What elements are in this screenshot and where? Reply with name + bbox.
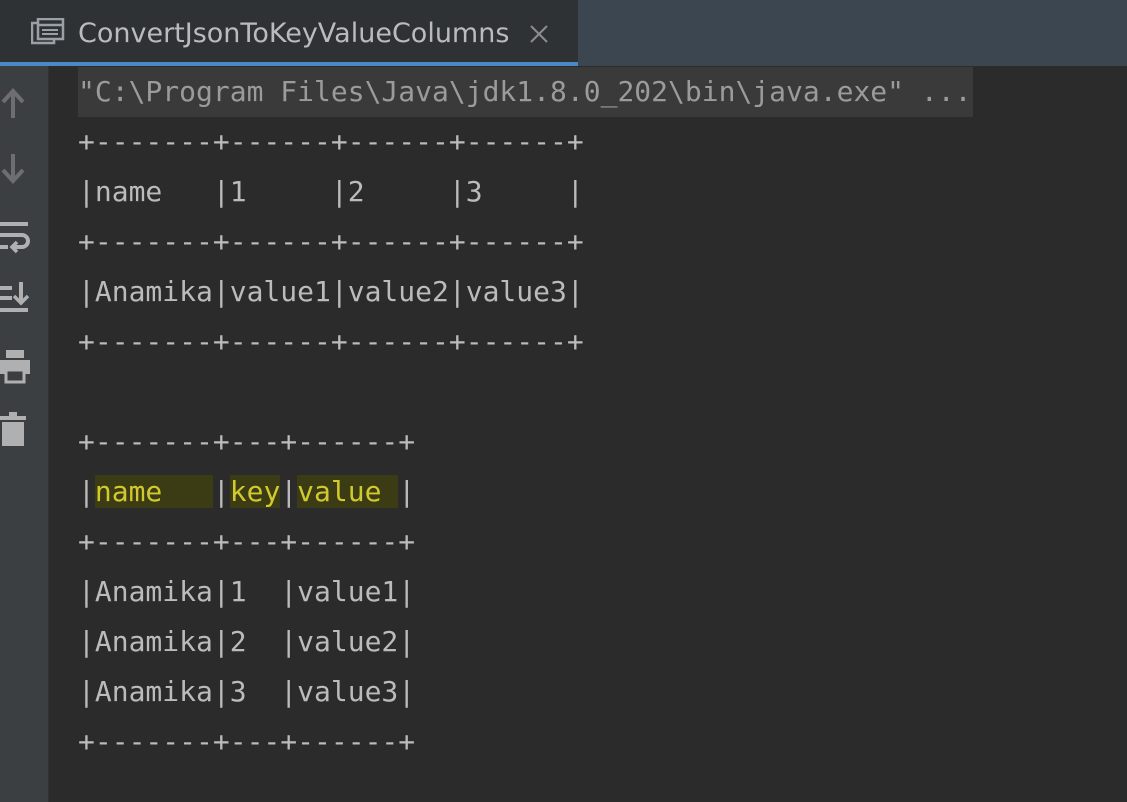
highlighted-value-header: value (297, 475, 399, 508)
table2-header-sep: | (280, 475, 298, 508)
table2-header-row: |name |key|value | (78, 467, 415, 517)
table2-header-sep: | (212, 475, 230, 508)
console-toolbar (0, 66, 49, 802)
table2-bottom-border: +-------+---+------+ (78, 725, 416, 758)
console-output[interactable]: "C:\Program Files\Java\jdk1.8.0_202\bin\… (78, 66, 1118, 802)
table2-top-border: +-------+---+------+ (78, 425, 416, 458)
table2-header-end: | (398, 475, 416, 508)
tab-title: ConvertJsonToKeyValueColumns (78, 18, 510, 49)
tab-bar-empty-area (578, 0, 1127, 66)
tab-run-config[interactable]: ConvertJsonToKeyValueColumns (0, 0, 578, 62)
table1-header-border: +-------+------+------+------+ (78, 225, 584, 258)
trash-icon[interactable] (0, 412, 30, 448)
arrow-down-icon[interactable] (0, 152, 30, 188)
run-console-window: ConvertJsonToKeyValueColumns "C:\Program… (0, 0, 1127, 802)
table2-row-3: |Anamika|3 |value3| (78, 675, 416, 708)
table2-row-1: |Anamika|1 |value1| (78, 575, 416, 608)
arrow-up-icon[interactable] (0, 86, 30, 122)
close-icon[interactable] (527, 22, 551, 46)
tab-bar: ConvertJsonToKeyValueColumns (0, 0, 1127, 66)
table2-header-border: +-------+---+------+ (78, 525, 416, 558)
console-window-icon (31, 18, 65, 45)
highlighted-key-header: key (229, 475, 281, 508)
print-icon[interactable] (0, 348, 30, 384)
table1-top-border: +-------+------+------+------+ (78, 125, 584, 158)
table1-bottom-border: +-------+------+------+------+ (78, 325, 584, 358)
table1-data-row: |Anamika|value1|value2|value3| (78, 275, 584, 308)
highlighted-name-header: name (94, 475, 213, 508)
java-command-line[interactable]: "C:\Program Files\Java\jdk1.8.0_202\bin\… (78, 67, 974, 117)
table1-header-row: |name |1 |2 |3 | (78, 175, 584, 208)
table2-header-sep: | (78, 475, 95, 508)
soft-wrap-icon[interactable] (0, 218, 30, 254)
table2-row-2: |Anamika|2 |value2| (78, 625, 416, 658)
scroll-to-end-icon[interactable] (0, 280, 30, 316)
